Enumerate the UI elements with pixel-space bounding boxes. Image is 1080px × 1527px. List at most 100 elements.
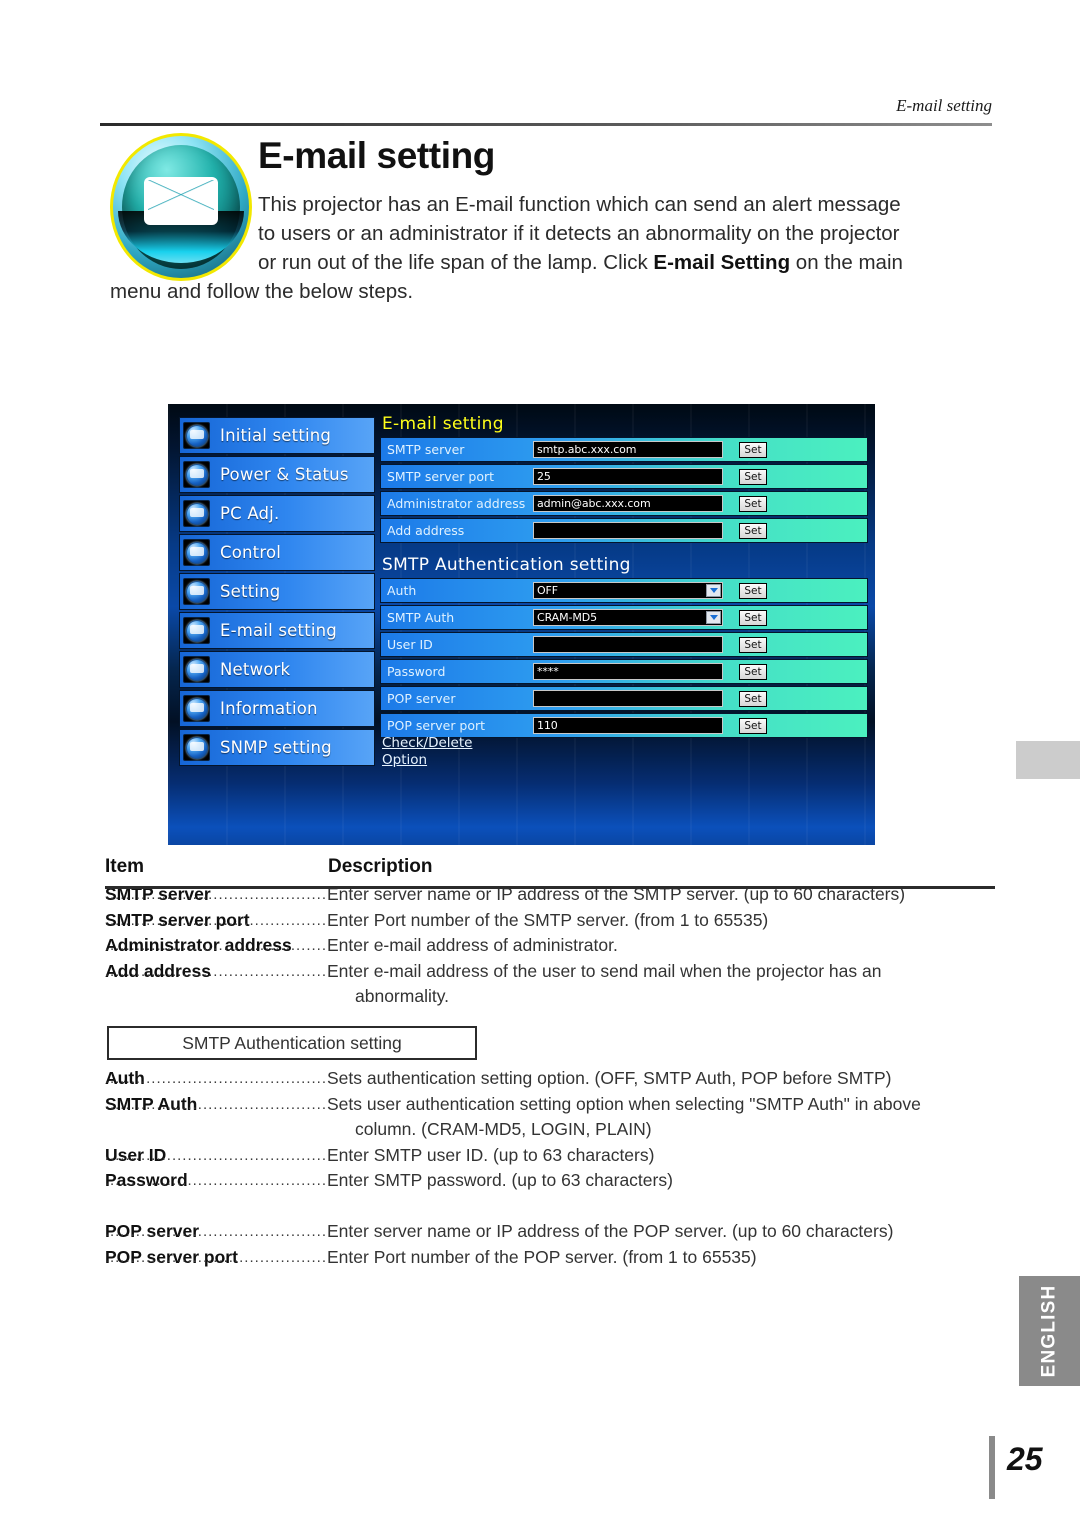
field-value: 110: [537, 719, 558, 732]
item-description-table-group3: POP server .............................…: [105, 1219, 995, 1270]
globe-control-icon: [183, 539, 210, 566]
dot-leader: ........................................…: [105, 962, 327, 980]
sidebar-item-setting[interactable]: Setting: [179, 573, 375, 610]
field-value: smtp.abc.xxx.com: [537, 443, 637, 456]
sidebar-item-label: SNMP setting: [220, 738, 332, 757]
chevron-down-icon[interactable]: [706, 584, 721, 597]
dot-leader: ........................................…: [105, 1223, 327, 1240]
field-row-auth: Auth OFF Set: [380, 578, 868, 603]
intro-line-3-b: on the main: [790, 251, 903, 274]
table-cell-item: POP server .............................…: [105, 1219, 327, 1245]
field-value: CRAM-MD5: [537, 611, 598, 624]
administrator-address-input[interactable]: admin@abc.xxx.com: [533, 495, 723, 512]
field-row-smtp-auth: SMTP Auth CRAM-MD5 Set: [380, 605, 868, 630]
field-label: User ID: [387, 637, 433, 652]
set-button[interactable]: Set: [739, 495, 767, 512]
field-row-pop-server: POP server Set: [380, 686, 868, 711]
sidebar-item-network[interactable]: Network: [179, 651, 375, 688]
check-delete-link[interactable]: Check/Delete: [382, 735, 472, 752]
sidebar-item-label: Setting: [220, 582, 281, 601]
header-rule: [100, 123, 992, 126]
dot-leader: ........................................…: [105, 1248, 327, 1266]
sidebar-item-label: Initial setting: [220, 426, 332, 445]
sidebar-item-pc-adj[interactable]: PC Adj.: [179, 495, 375, 532]
item-description-table-group2: Auth ...................................…: [105, 1066, 995, 1194]
dot-leader: ........................................…: [105, 1146, 327, 1164]
sidebar-item-email-setting[interactable]: E-mail setting: [179, 612, 375, 649]
table-cell-item: Password ...............................…: [105, 1168, 327, 1194]
set-button[interactable]: Set: [739, 522, 767, 539]
add-address-input[interactable]: [533, 522, 723, 539]
set-button[interactable]: Set: [739, 468, 767, 485]
field-label: Auth: [387, 583, 417, 598]
smtp-server-port-input[interactable]: 25: [533, 468, 723, 485]
auth-select[interactable]: OFF: [533, 582, 723, 599]
intro-line-1: This projector has an E-mail function wh…: [258, 193, 901, 216]
sidebar-item-control[interactable]: Control: [179, 534, 375, 571]
smtp-authentication-section-label: SMTP Authentication setting: [182, 1032, 402, 1053]
set-button[interactable]: Set: [739, 609, 767, 626]
table-cell-item: User ID ................................…: [105, 1143, 327, 1169]
table-row: Administrator address ..................…: [105, 933, 995, 959]
sidebar-item-information[interactable]: Information: [179, 690, 375, 727]
pop-server-input[interactable]: [533, 690, 723, 707]
field-label: SMTP server port: [387, 469, 495, 484]
column-header-item: Item: [105, 856, 145, 877]
set-button[interactable]: Set: [739, 441, 767, 458]
set-button[interactable]: Set: [739, 582, 767, 599]
table-cell-description: Enter SMTP user ID. (up to 63 characters…: [327, 1144, 655, 1165]
field-label: Add address: [387, 523, 465, 538]
set-button[interactable]: Set: [739, 717, 767, 734]
field-row-user-id: User ID Set: [380, 632, 868, 657]
field-label: SMTP Auth: [387, 610, 455, 625]
field-row-smtp-server-port: SMTP server port 25 Set: [380, 464, 868, 489]
table-cell-description: Sets user authentication setting option …: [327, 1092, 995, 1143]
sidebar-item-power-status[interactable]: Power & Status: [179, 456, 375, 493]
description-continuation: abnormality.: [355, 986, 450, 1006]
table-cell-description: Enter SMTP password. (up to 63 character…: [327, 1170, 673, 1190]
sidebar-item-label: Information: [220, 699, 318, 718]
field-label: SMTP server: [387, 442, 465, 457]
page-number: 25: [1007, 1441, 1043, 1477]
email-setting-heading: E-mail setting: [382, 414, 504, 434]
sidebar-item-snmp-setting[interactable]: SNMP setting: [179, 729, 375, 766]
set-button[interactable]: Set: [739, 636, 767, 653]
option-link[interactable]: Option: [382, 752, 472, 769]
envelope-icon: [144, 177, 218, 225]
description-continuation: column. (CRAM-MD5, LOGIN, PLAIN): [355, 1119, 652, 1139]
intro-line-3-a: or run out of the life span of the lamp.…: [258, 251, 654, 274]
table-header-row: Item Description: [105, 856, 995, 882]
sidebar-item-label: Network: [220, 660, 291, 679]
dot-leader: ........................................…: [105, 911, 327, 929]
table-row: POP server port ........................…: [105, 1245, 995, 1271]
table-cell-item: Add address ............................…: [105, 959, 327, 985]
field-label: POP server: [387, 691, 456, 706]
globe-envelope-icon: [183, 617, 210, 644]
item-description-table: Item Description SMTP server ...........…: [105, 856, 995, 1010]
field-label: POP server port: [387, 718, 486, 733]
table-row: Password ...............................…: [105, 1168, 995, 1194]
smtp-authentication-heading: SMTP Authentication setting: [382, 555, 631, 575]
intro-emphasis: E-mail Setting: [653, 251, 791, 274]
screenshot-footer-links: Check/Delete Option: [382, 735, 472, 769]
sidebar-item-initial-setting[interactable]: Initial setting: [179, 417, 375, 454]
table-row: SMTP Auth ..............................…: [105, 1092, 995, 1143]
globe-monitor-icon: [183, 500, 210, 527]
user-id-input[interactable]: [533, 636, 723, 653]
globe-snmp-icon: [183, 734, 210, 761]
smtp-server-input[interactable]: smtp.abc.xxx.com: [533, 441, 723, 458]
smtp-auth-select[interactable]: CRAM-MD5: [533, 609, 723, 626]
password-input[interactable]: ****: [533, 663, 723, 680]
table-cell-description: Enter e-mail address of the user to send…: [327, 959, 995, 1010]
smtp-authentication-section-box: SMTP Authentication setting: [107, 1026, 477, 1060]
set-button[interactable]: Set: [739, 690, 767, 707]
set-button[interactable]: Set: [739, 663, 767, 680]
globe-network-icon: [183, 656, 210, 683]
table-cell-description: Sets authentication setting option. (OFF…: [327, 1068, 892, 1088]
dot-leader: ........................................…: [105, 1095, 327, 1113]
chevron-down-icon[interactable]: [706, 611, 721, 624]
field-label: Administrator address: [387, 496, 526, 511]
pop-server-port-input[interactable]: 110: [533, 717, 723, 734]
table-cell-description: Enter server name or IP address of the P…: [327, 1221, 894, 1241]
dot-leader: ........................................…: [105, 937, 327, 954]
